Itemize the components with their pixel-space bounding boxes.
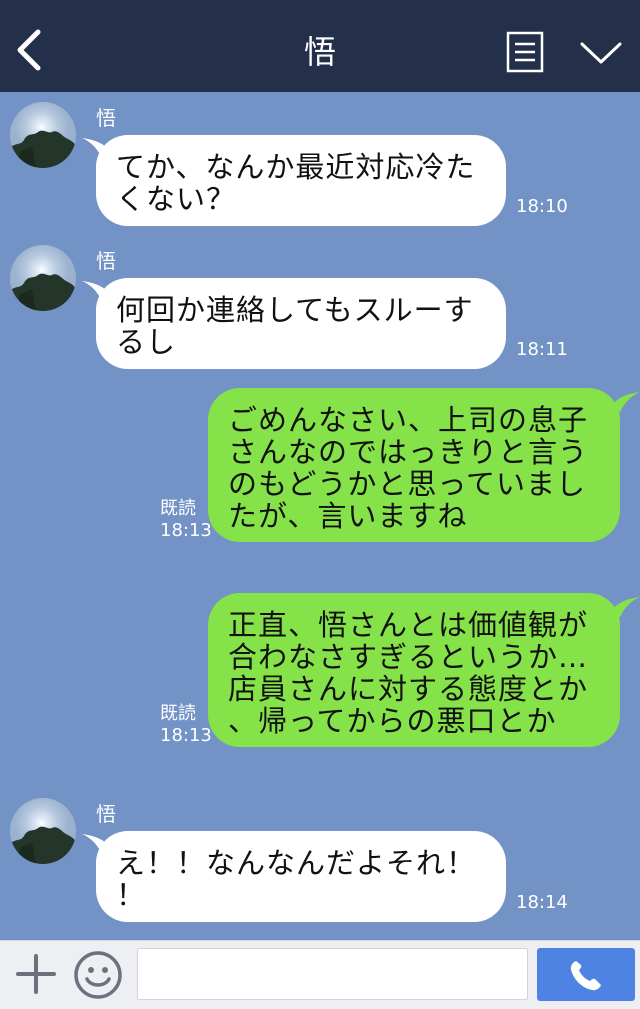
input-bar xyxy=(0,940,640,1009)
sender-name: 悟 xyxy=(96,106,116,130)
phone-icon xyxy=(570,961,601,991)
call-button[interactable] xyxy=(537,948,635,1001)
menu-toggle-button[interactable] xyxy=(578,36,624,68)
plus-icon xyxy=(16,954,56,994)
read-receipt: 既読 xyxy=(160,703,196,724)
message-time: 18:11 xyxy=(516,339,568,360)
message-bubble[interactable]: え！！なんなんだよそれ！ ！ xyxy=(96,831,506,922)
message-time: 18:13 xyxy=(160,725,212,746)
sender-name: 悟 xyxy=(96,249,116,273)
message-bubble[interactable]: 何回か連絡してもスルーす るし xyxy=(96,278,506,369)
avatar[interactable] xyxy=(10,798,76,864)
chat-header: 悟 xyxy=(0,0,640,92)
smiley-icon xyxy=(74,951,122,999)
message-bubble[interactable]: ごめんなさい、上司の息子 さんなのではっきりと言う のもどうかと思っていまし た… xyxy=(208,388,620,542)
chat-area[interactable]: 悟 てか、なんか最近対応冷た くない？ 18:10 悟 何回か連絡してもスルーす… xyxy=(0,92,640,940)
chevron-left-icon xyxy=(17,29,41,71)
message-bubble[interactable]: 正直、悟さんとは価値観が 合わなさすぎるというか… 店員さんに対する態度とか 、… xyxy=(208,593,620,747)
add-button[interactable] xyxy=(14,952,58,996)
note-button[interactable] xyxy=(506,31,544,73)
back-button[interactable] xyxy=(14,28,50,72)
avatar[interactable] xyxy=(10,245,76,311)
avatar[interactable] xyxy=(10,102,76,168)
message-time: 18:10 xyxy=(516,196,568,217)
note-icon xyxy=(506,31,544,73)
emoji-button[interactable] xyxy=(73,950,123,1000)
sender-name: 悟 xyxy=(96,802,116,826)
message-input[interactable] xyxy=(137,948,528,1000)
message-time: 18:13 xyxy=(160,520,212,541)
read-receipt: 既読 xyxy=(160,498,196,519)
chevron-down-icon xyxy=(580,42,622,64)
chat-title: 悟 xyxy=(303,33,336,71)
message-bubble[interactable]: てか、なんか最近対応冷た くない？ xyxy=(96,135,506,226)
message-time: 18:14 xyxy=(516,892,568,913)
